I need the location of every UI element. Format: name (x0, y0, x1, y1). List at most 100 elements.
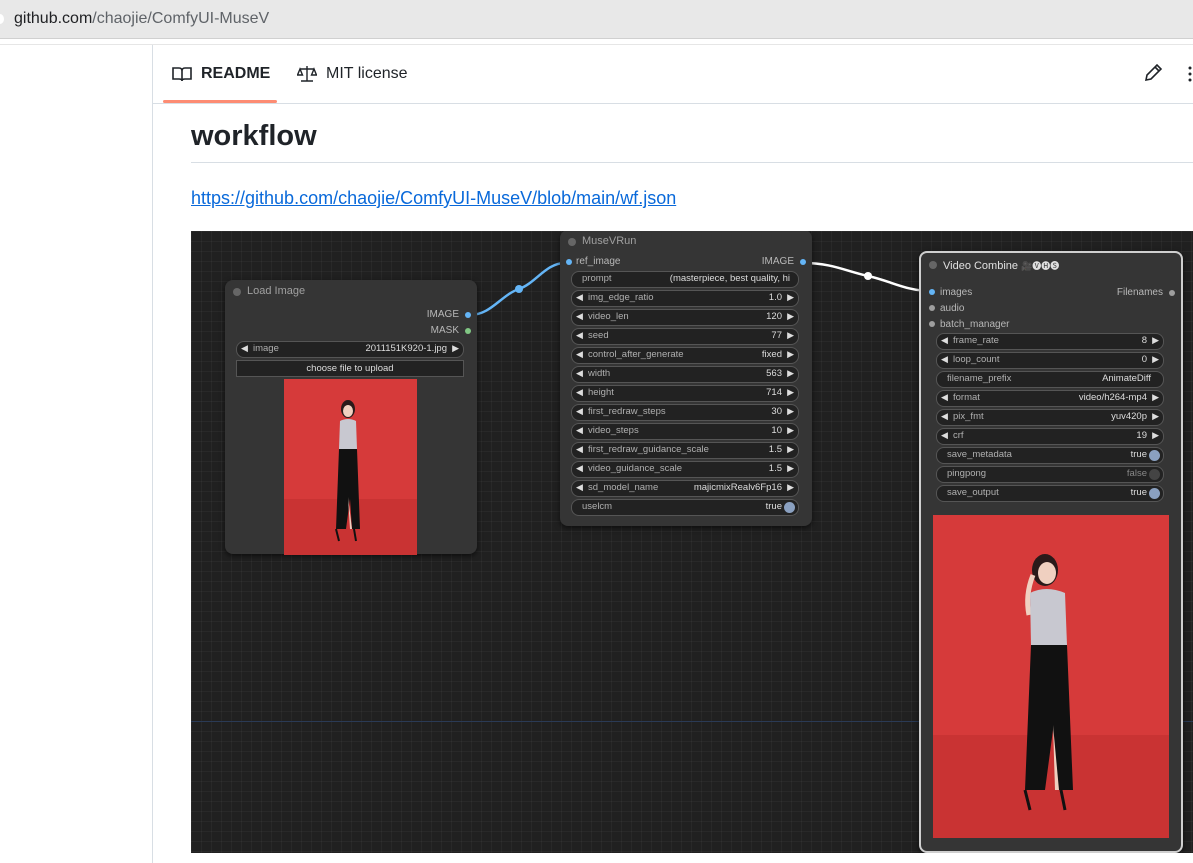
width-widget[interactable]: ◀ width 563 ▶ (571, 366, 799, 383)
decrement-arrow-icon[interactable]: ◀ (241, 343, 248, 354)
increment-arrow-icon[interactable]: ▶ (787, 330, 794, 341)
pix-fmt-widget[interactable]: ◀ pix_fmt yuv420p ▶ (936, 409, 1164, 426)
increment-arrow-icon[interactable]: ▶ (787, 482, 794, 493)
load-image-node[interactable]: Load Image IMAGE MASK ◀ image 2011151K92… (225, 280, 477, 555)
widget-label: prompt (582, 273, 612, 284)
crf-widget[interactable]: ◀ crf 19 ▶ (936, 428, 1164, 445)
toggle-knob[interactable] (1149, 450, 1160, 461)
decrement-arrow-icon[interactable]: ◀ (576, 425, 583, 436)
toggle-knob[interactable] (1149, 488, 1160, 499)
prompt-field[interactable]: prompt (masterpiece, best quality, hi (571, 271, 799, 288)
increment-arrow-icon[interactable]: ▶ (1152, 392, 1159, 403)
save-output-toggle[interactable]: save_output true (936, 485, 1164, 502)
widget-label: sd_model_name (588, 482, 659, 493)
scale-icon (297, 66, 317, 82)
decrement-arrow-icon[interactable]: ◀ (576, 349, 583, 360)
toggle-knob[interactable] (784, 502, 795, 513)
filename-prefix-field[interactable]: filename_prefix AnimateDiff (936, 371, 1164, 388)
input-photo (284, 379, 417, 555)
video-steps-widget[interactable]: ◀ video_steps 10 ▶ (571, 423, 799, 440)
decrement-arrow-icon[interactable]: ◀ (941, 430, 948, 441)
node-collapse-dot[interactable] (568, 238, 576, 246)
toggle-knob[interactable] (1149, 469, 1160, 480)
decrement-arrow-icon[interactable]: ◀ (576, 406, 583, 417)
url-text[interactable]: github.com/chaojie/ComfyUI-MuseV (14, 10, 269, 28)
increment-arrow-icon[interactable]: ▶ (787, 311, 794, 322)
control-after-generate-widget[interactable]: ◀ control_after_generate fixed ▶ (571, 347, 799, 364)
output-image-port[interactable] (465, 312, 471, 318)
decrement-arrow-icon[interactable]: ◀ (576, 387, 583, 398)
output-image-label: IMAGE (761, 256, 794, 267)
uselcm-toggle[interactable]: uselcm true (571, 499, 799, 516)
decrement-arrow-icon[interactable]: ◀ (576, 292, 583, 303)
output-mask-port[interactable] (465, 328, 471, 334)
increment-arrow-icon[interactable]: ▶ (1152, 335, 1159, 346)
pencil-icon (1144, 63, 1163, 82)
increment-arrow-icon[interactable]: ▶ (1152, 430, 1159, 441)
input-audio-port[interactable] (929, 305, 935, 311)
node-collapse-dot[interactable] (233, 288, 241, 296)
upload-button[interactable]: choose file to upload (236, 360, 464, 377)
musev-header[interactable]: MuseVRun (560, 231, 812, 254)
tab-license[interactable]: MIT license (297, 65, 408, 83)
url-host: github.com (14, 10, 93, 27)
format-widget[interactable]: ◀ format video/h264-mp4 ▶ (936, 390, 1164, 407)
video-guidance-widget[interactable]: ◀ video_guidance_scale 1.5 ▶ (571, 461, 799, 478)
decrement-arrow-icon[interactable]: ◀ (576, 330, 583, 341)
more-button[interactable] (1187, 63, 1193, 85)
video-combine-node[interactable]: Video Combine 🎥🅥🅗🅢 images Filenames audi… (919, 251, 1183, 853)
workflow-link[interactable]: https://github.com/chaojie/ComfyUI-MuseV… (191, 188, 676, 209)
widget-value: (masterpiece, best quality, hi (669, 273, 790, 284)
increment-arrow-icon[interactable]: ▶ (787, 406, 794, 417)
video-len-widget[interactable]: ◀ video_len 120 ▶ (571, 309, 799, 326)
decrement-arrow-icon[interactable]: ◀ (576, 311, 583, 322)
input-audio-label: audio (940, 303, 965, 314)
decrement-arrow-icon[interactable]: ◀ (576, 482, 583, 493)
first-redraw-guidance-widget[interactable]: ◀ first_redraw_guidance_scale 1.5 ▶ (571, 442, 799, 459)
output-filenames-port[interactable] (1169, 290, 1175, 296)
first-redraw-steps-widget[interactable]: ◀ first_redraw_steps 30 ▶ (571, 404, 799, 421)
height-widget[interactable]: ◀ height 714 ▶ (571, 385, 799, 402)
pingpong-toggle[interactable]: pingpong false (936, 466, 1164, 483)
decrement-arrow-icon[interactable]: ◀ (576, 368, 583, 379)
increment-arrow-icon[interactable]: ▶ (787, 425, 794, 436)
decrement-arrow-icon[interactable]: ◀ (941, 411, 948, 422)
increment-arrow-icon[interactable]: ▶ (1152, 354, 1159, 365)
widget-value: majicmixRealv6Fp16 (693, 482, 782, 493)
increment-arrow-icon[interactable]: ▶ (787, 292, 794, 303)
input-ref-port[interactable] (566, 259, 572, 265)
node-collapse-dot[interactable] (929, 261, 937, 269)
decrement-arrow-icon[interactable]: ◀ (576, 444, 583, 455)
musev-run-node[interactable]: MuseVRun ref_image IMAGE prompt (masterp… (560, 231, 812, 526)
address-bar[interactable]: github.com/chaojie/ComfyUI-MuseV (0, 0, 1193, 39)
loop-count-widget[interactable]: ◀ loop_count 0 ▶ (936, 352, 1164, 369)
video-combine-header[interactable]: Video Combine 🎥🅥🅗🅢 (921, 253, 1181, 277)
decrement-arrow-icon[interactable]: ◀ (941, 335, 948, 346)
widget-label: control_after_generate (588, 349, 684, 360)
increment-arrow-icon[interactable]: ▶ (787, 444, 794, 455)
increment-arrow-icon[interactable]: ▶ (787, 349, 794, 360)
input-images-port[interactable] (929, 289, 935, 295)
load-image-header[interactable]: Load Image (225, 280, 477, 304)
save-metadata-toggle[interactable]: save_metadata true (936, 447, 1164, 464)
increment-arrow-icon[interactable]: ▶ (452, 343, 459, 354)
tab-readme[interactable]: README (172, 65, 270, 83)
image-combo[interactable]: ◀ image 2011151K920-1.jpg ▶ (236, 341, 464, 358)
title-badge: 🎥🅥🅗🅢 (1021, 261, 1060, 271)
increment-arrow-icon[interactable]: ▶ (787, 368, 794, 379)
output-image-port[interactable] (800, 259, 806, 265)
increment-arrow-icon[interactable]: ▶ (787, 387, 794, 398)
decrement-arrow-icon[interactable]: ◀ (576, 463, 583, 474)
img-edge-ratio-widget[interactable]: ◀ img_edge_ratio 1.0 ▶ (571, 290, 799, 307)
decrement-arrow-icon[interactable]: ◀ (941, 392, 948, 403)
seed-widget[interactable]: ◀ seed 77 ▶ (571, 328, 799, 345)
increment-arrow-icon[interactable]: ▶ (1152, 411, 1159, 422)
edit-button[interactable] (1143, 63, 1165, 85)
decrement-arrow-icon[interactable]: ◀ (941, 354, 948, 365)
increment-arrow-icon[interactable]: ▶ (787, 463, 794, 474)
input-batch-port[interactable] (929, 321, 935, 327)
output-video-preview[interactable] (933, 515, 1169, 838)
frame-rate-widget[interactable]: ◀ frame_rate 8 ▶ (936, 333, 1164, 350)
output-image-label: IMAGE (426, 309, 459, 320)
sd-model-widget[interactable]: ◀ sd_model_name majicmixRealv6Fp16 ▶ (571, 480, 799, 497)
